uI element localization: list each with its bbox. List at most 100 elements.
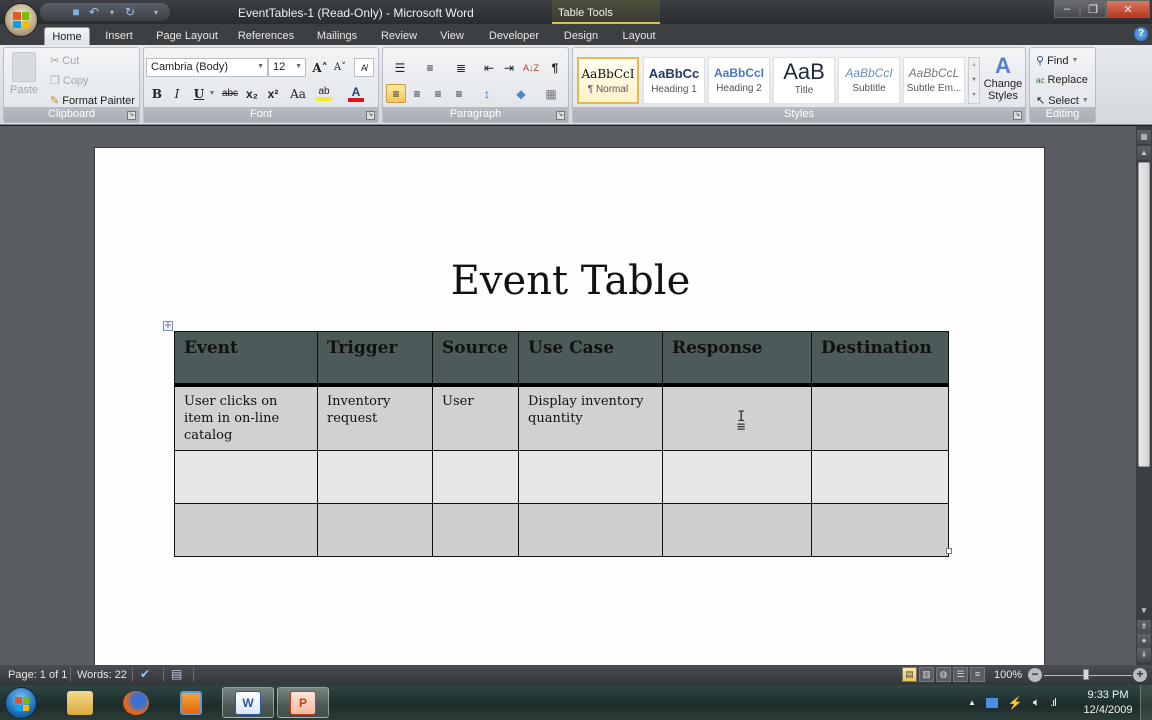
header-use-case[interactable]: Use Case — [518, 331, 663, 387]
clipboard-dialog-launcher[interactable]: ↘ — [127, 111, 136, 120]
help-icon[interactable]: ? — [1134, 27, 1148, 41]
taskbar-word[interactable]: W — [222, 687, 274, 718]
table-cell[interactable] — [317, 449, 433, 504]
power-icon[interactable]: ⚡ — [1008, 696, 1023, 710]
undo-dropdown-icon[interactable]: ▾ — [104, 4, 120, 20]
header-event[interactable]: Event — [174, 331, 318, 387]
superscript-button[interactable]: x² — [263, 84, 283, 103]
subscript-button[interactable]: x₂ — [242, 84, 262, 103]
more-styles-icon[interactable]: ▾ — [969, 88, 979, 103]
bold-button[interactable]: B — [147, 84, 167, 103]
show-hidden-icons[interactable]: ▲ — [968, 698, 976, 707]
restore-button[interactable]: ❐ — [1080, 0, 1106, 18]
start-button[interactable] — [5, 687, 37, 719]
shading-button[interactable]: ◆ — [507, 84, 535, 103]
paste-button[interactable]: Paste — [10, 52, 38, 96]
font-name-combo[interactable]: Cambria (Body) ▼ — [146, 58, 268, 77]
italic-button[interactable]: I — [167, 84, 187, 103]
paragraph-dialog-launcher[interactable]: ↘ — [556, 111, 565, 120]
table-cell[interactable] — [811, 384, 949, 451]
tab-insert[interactable]: Insert — [100, 27, 138, 45]
style-heading-2[interactable]: AaBbCcI Heading 2 — [708, 57, 770, 104]
align-center-button[interactable]: ≡ — [407, 84, 427, 103]
tab-review[interactable]: Review — [378, 27, 420, 45]
taskbar-media-player[interactable] — [165, 687, 217, 718]
zoom-out-icon[interactable]: − — [1028, 668, 1042, 682]
macro-recording-icon[interactable]: ▤ — [171, 667, 182, 681]
ruler-toggle-icon[interactable]: ▦ — [1137, 130, 1151, 144]
show-desktop-button[interactable] — [1140, 685, 1152, 720]
signal-icon[interactable]: .ıl — [1050, 697, 1056, 709]
align-left-button[interactable]: ≡ — [386, 84, 406, 103]
styles-dialog-launcher[interactable]: ↘ — [1013, 111, 1022, 120]
select-browse-object-icon[interactable]: ● — [1137, 634, 1151, 648]
proofing-icon[interactable]: ✔ — [140, 667, 150, 681]
undo-icon[interactable]: ↶ — [86, 4, 102, 20]
tab-view[interactable]: View — [434, 27, 470, 45]
zoom-level[interactable]: 100% — [994, 669, 1022, 681]
table-cell[interactable] — [432, 449, 519, 504]
cut-button[interactable]: ✂ Cut — [50, 54, 79, 68]
highlight-button[interactable]: ab — [314, 84, 334, 103]
table-cell[interactable]: Inventory request — [317, 384, 433, 451]
clear-formatting-button[interactable]: A̸ — [354, 58, 374, 77]
page-count[interactable]: Page: 1 of 1 — [8, 669, 67, 681]
tab-developer[interactable]: Developer — [484, 27, 544, 45]
scroll-down-icon[interactable]: ▼ — [969, 73, 979, 88]
strikethrough-button[interactable]: abc — [220, 84, 240, 103]
style-normal[interactable]: AaBbCcI ¶ Normal — [577, 57, 639, 104]
redo-icon[interactable]: ↻ — [122, 4, 138, 20]
table-cell[interactable] — [432, 502, 519, 557]
styles-gallery-scroll[interactable]: ▲ ▼ ▾ — [968, 57, 980, 104]
full-screen-reading-icon[interactable]: ▥ — [919, 667, 934, 682]
tab-page-layout[interactable]: Page Layout — [152, 27, 222, 45]
font-dialog-launcher[interactable]: ↘ — [366, 111, 375, 120]
next-page-icon[interactable]: ⇟ — [1137, 648, 1151, 662]
style-title[interactable]: AaB Title — [773, 57, 835, 104]
tab-mailings[interactable]: Mailings — [312, 27, 362, 45]
underline-button[interactable]: U — [189, 84, 209, 103]
table-cell[interactable] — [317, 502, 433, 557]
header-destination[interactable]: Destination — [811, 331, 949, 387]
format-painter-button[interactable]: ✎ Format Painter — [50, 94, 135, 108]
select-button[interactable]: ↖ Select ▼ — [1036, 94, 1089, 108]
table-resize-handle[interactable] — [946, 548, 952, 554]
table-cell[interactable] — [518, 449, 663, 504]
shrink-font-button[interactable]: A˅ — [330, 58, 350, 77]
table-cell[interactable] — [811, 502, 949, 557]
print-layout-icon[interactable]: ▤ — [902, 667, 917, 682]
header-response[interactable]: Response — [662, 331, 812, 387]
scroll-down-icon[interactable]: ▼ — [1137, 604, 1151, 618]
style-subtle-emphasis[interactable]: AaBbCcL Subtle Em... — [903, 57, 965, 104]
office-button[interactable] — [4, 3, 38, 37]
copy-button[interactable]: ❐ Copy — [50, 74, 89, 88]
vertical-scrollbar[interactable]: ▦ ▲ ▼ ⇞ ● ⇟ — [1136, 126, 1152, 665]
bullets-button[interactable]: ☰ — [386, 58, 414, 77]
sort-button[interactable]: A↓Z — [521, 58, 541, 77]
clock[interactable]: 9:33 PM 12/4/2009 — [1078, 688, 1138, 718]
font-size-combo[interactable]: 12 ▼ — [268, 58, 306, 77]
align-right-button[interactable]: ≡ — [428, 84, 448, 103]
table-move-handle-icon[interactable]: ✛ — [163, 321, 173, 331]
outline-view-icon[interactable]: ☰ — [953, 667, 968, 682]
borders-button[interactable]: ▦ — [537, 84, 565, 103]
table-cell[interactable] — [811, 449, 949, 504]
table-cell[interactable]: Display inventory quantity — [518, 384, 663, 451]
web-layout-icon[interactable]: ◍ — [936, 667, 951, 682]
line-spacing-button[interactable]: ↕ — [473, 84, 501, 103]
taskbar-explorer[interactable] — [54, 687, 106, 718]
multilevel-list-button[interactable]: ≣ — [447, 58, 475, 77]
header-trigger[interactable]: Trigger — [317, 331, 433, 387]
table-cell[interactable]: User — [432, 384, 519, 451]
justify-button[interactable]: ≡ — [449, 84, 469, 103]
tab-home[interactable]: Home — [44, 27, 90, 45]
find-button[interactable]: ⚲ Find ▼ — [1036, 54, 1078, 68]
table-cell[interactable] — [174, 502, 318, 557]
increase-indent-button[interactable]: ⇥ — [499, 58, 519, 77]
tab-design[interactable]: Design — [560, 27, 602, 45]
table-cell[interactable] — [662, 502, 812, 557]
table-cell[interactable] — [662, 449, 812, 504]
tab-references[interactable]: References — [236, 27, 296, 45]
header-source[interactable]: Source — [432, 331, 519, 387]
scroll-up-icon[interactable]: ▲ — [1137, 146, 1151, 160]
